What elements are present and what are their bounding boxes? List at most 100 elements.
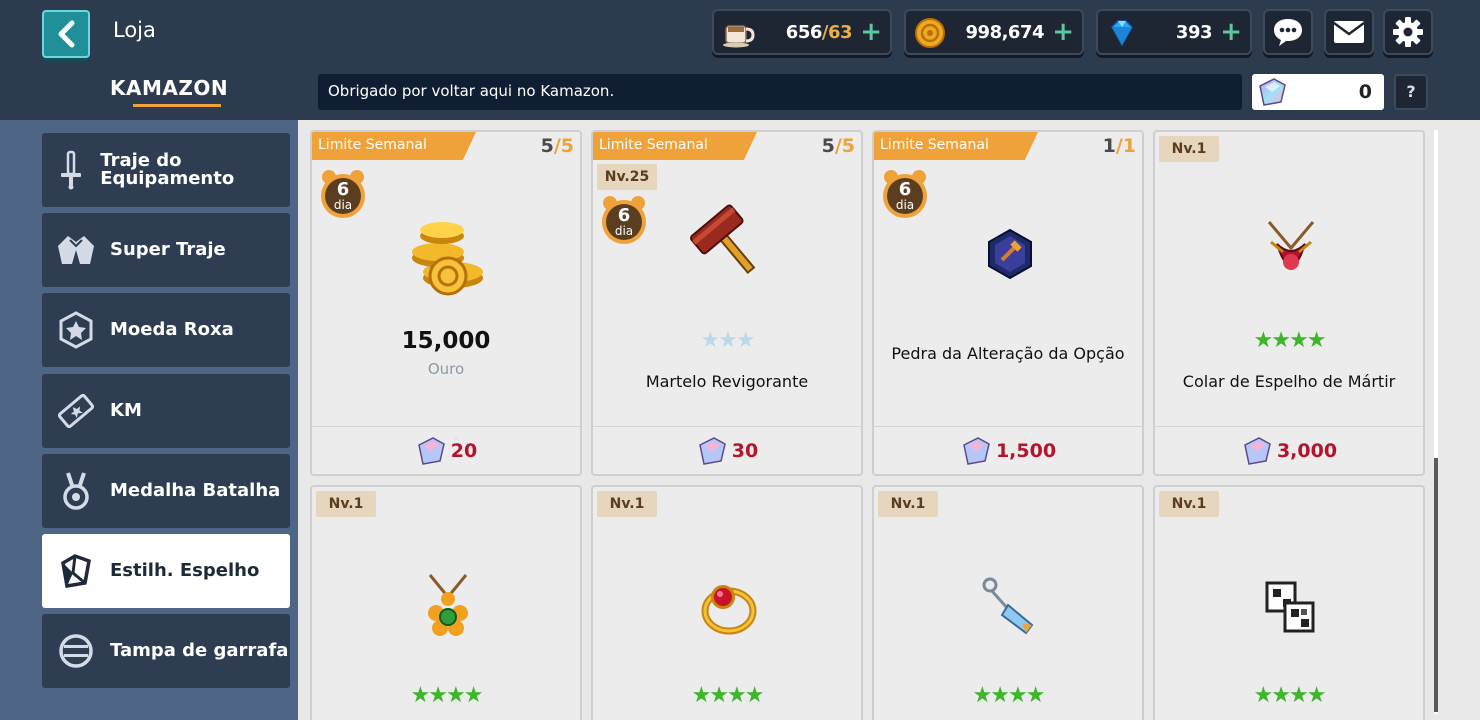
- shop-brand-tab[interactable]: KAMAZON: [110, 76, 228, 100]
- diamond-icon: [1111, 20, 1133, 47]
- diamond-counter: 393 +: [1096, 9, 1252, 55]
- shop-card-ruby-necklace[interactable]: Nv.1 ★★★★ Colar de Espelho de Mártir 3,0…: [1153, 130, 1425, 476]
- stamina-max: /63: [821, 22, 853, 43]
- ruby-necklace-icon: [1267, 221, 1315, 270]
- mirror-shard-icon: [963, 436, 990, 465]
- add-stamina-button[interactable]: +: [860, 17, 882, 47]
- days-unit: dia: [333, 198, 353, 212]
- active-tab-underline: [133, 104, 221, 107]
- star-rating: ★★★★: [1253, 328, 1327, 353]
- flower-necklace-icon: [428, 574, 468, 636]
- star-rating: ★★★★: [410, 683, 484, 708]
- back-button[interactable]: [42, 10, 90, 58]
- mail-button[interactable]: [1324, 9, 1374, 55]
- chat-button[interactable]: [1263, 9, 1313, 55]
- limit-count: 5/5: [541, 135, 574, 157]
- sword-icon: [61, 150, 82, 190]
- days-number: 6: [617, 205, 631, 226]
- sidebar-item-km[interactable]: KM: [42, 374, 290, 448]
- settings-button[interactable]: [1383, 9, 1433, 55]
- sidebar-item-equipment-suit[interactable]: Traje do Equipamento: [42, 133, 290, 207]
- days-remaining-badge: 6 dia: [599, 194, 649, 248]
- scrollbar-thumb[interactable]: [1434, 458, 1438, 712]
- km-ticket-icon: [57, 393, 95, 429]
- diamond-value: 393: [1175, 22, 1213, 43]
- level-badge: Nv.1: [316, 491, 376, 517]
- shop-card-flower-necklace[interactable]: Nv.1 ★★★★: [310, 485, 582, 720]
- level-badge: Nv.25: [597, 164, 657, 190]
- shop-card-gold[interactable]: Limite Semanal 5/5 6 dia 15,000 Ouro 20: [310, 130, 582, 476]
- weekly-limit-badge: Limite Semanal: [593, 132, 757, 160]
- item-currency: Ouro: [427, 360, 465, 378]
- days-number: 6: [898, 179, 912, 200]
- days-number: 6: [336, 179, 350, 200]
- shop-card-hammer[interactable]: Limite Semanal 5/5 Nv.25 6 dia ★★★ Marte…: [591, 130, 863, 476]
- super-suit-icon: [58, 236, 94, 264]
- mirror-shard-counter: 0: [1252, 74, 1384, 110]
- sidebar-item-label: Estilh. Espelho: [110, 560, 260, 581]
- sidebar-item-battle-medal[interactable]: Medalha Batalha: [42, 454, 290, 528]
- sidebar-item-label: Tampa de garrafa: [110, 640, 289, 661]
- sidebar-item-label: Moeda Roxa: [110, 319, 234, 340]
- category-sidebar: Traje do Equipamento Super Traje Moeda R…: [0, 120, 298, 720]
- sidebar-item-bottle-cap[interactable]: Tampa de garrafa: [42, 614, 290, 688]
- price-row: 1,500: [874, 426, 1142, 474]
- limit-max: /1: [1115, 135, 1136, 157]
- envelope-icon: [1333, 21, 1365, 43]
- price-value: 1,500: [995, 439, 1057, 462]
- shop-card-option-stone[interactable]: Limite Semanal 1/1 6 dia Pedra da Altera…: [872, 130, 1144, 476]
- chat-bubble-icon: [1274, 19, 1302, 46]
- gold-counter: 998,674 +: [904, 9, 1084, 55]
- sidebar-item-purple-coin[interactable]: Moeda Roxa: [42, 293, 290, 367]
- level-badge: Nv.1: [597, 491, 657, 517]
- item-name: Colar de Espelho de Mártir: [1182, 372, 1396, 391]
- shop-card-crystal-earring[interactable]: Nv.1 ★★★★: [872, 485, 1144, 720]
- limit-remaining: 5: [540, 135, 554, 157]
- days-unit: dia: [895, 198, 915, 212]
- star-rating: ★★★★: [691, 683, 765, 708]
- price-row: 30: [593, 426, 861, 474]
- mirror-shard-icon: [1259, 78, 1286, 106]
- limit-count: 1/1: [1103, 135, 1136, 157]
- gold-value: 998,674: [965, 22, 1045, 43]
- sidebar-item-mirror-shard[interactable]: Estilh. Espelho: [42, 534, 290, 608]
- mirror-shard-icon: [1244, 436, 1271, 465]
- page-title: Loja: [113, 18, 156, 42]
- add-diamond-button[interactable]: +: [1220, 17, 1242, 47]
- notice-banner: Obrigado por voltar aqui no Kamazon.: [318, 74, 1242, 110]
- mirror-shard-value: 0: [1358, 81, 1372, 103]
- shop-card-qr-box[interactable]: Nv.1 ★★★★: [1153, 485, 1425, 720]
- star-rating: ★★★★: [1253, 683, 1327, 708]
- price-value: 20: [450, 439, 478, 462]
- limit-count: 5/5: [822, 135, 855, 157]
- limit-max: /5: [834, 135, 855, 157]
- star-rating: ★★★★: [972, 683, 1046, 708]
- weekly-limit-badge: Limite Semanal: [874, 132, 1038, 160]
- qr-box-icon: [1265, 581, 1315, 633]
- limit-remaining: 1: [1102, 135, 1116, 157]
- coffee-cup-icon: [723, 25, 755, 48]
- level-badge: Nv.1: [1159, 491, 1219, 517]
- help-button[interactable]: ?: [1394, 74, 1428, 110]
- gold-coin-icon: [915, 18, 945, 48]
- crystal-earring-icon: [982, 577, 1034, 635]
- stamina-counter: 656/63 +: [712, 9, 892, 55]
- medal-icon: [63, 472, 89, 510]
- ruby-ring-icon: [701, 585, 757, 635]
- sidebar-item-super-suit[interactable]: Super Traje: [42, 213, 290, 287]
- gear-icon: [1393, 17, 1423, 47]
- top-bar: Loja KAMAZON 656/63 + 998,674 + 393 + Ob…: [0, 0, 1480, 120]
- weekly-limit-badge: Limite Semanal: [312, 132, 476, 160]
- limit-max: /5: [553, 135, 574, 157]
- add-gold-button[interactable]: +: [1052, 17, 1074, 47]
- price-value: 30: [731, 439, 759, 462]
- sidebar-item-label: Medalha Batalha: [110, 480, 281, 501]
- days-unit: dia: [614, 224, 634, 238]
- sidebar-item-label: Traje do Equipamento: [100, 150, 235, 189]
- days-remaining-badge: 6 dia: [880, 168, 930, 222]
- item-amount: 15,000: [401, 328, 491, 354]
- level-badge: Nv.1: [878, 491, 938, 517]
- hammer-icon: [690, 204, 756, 275]
- chevron-left-icon: [58, 20, 75, 48]
- shop-card-ruby-ring[interactable]: Nv.1 ★★★★: [591, 485, 863, 720]
